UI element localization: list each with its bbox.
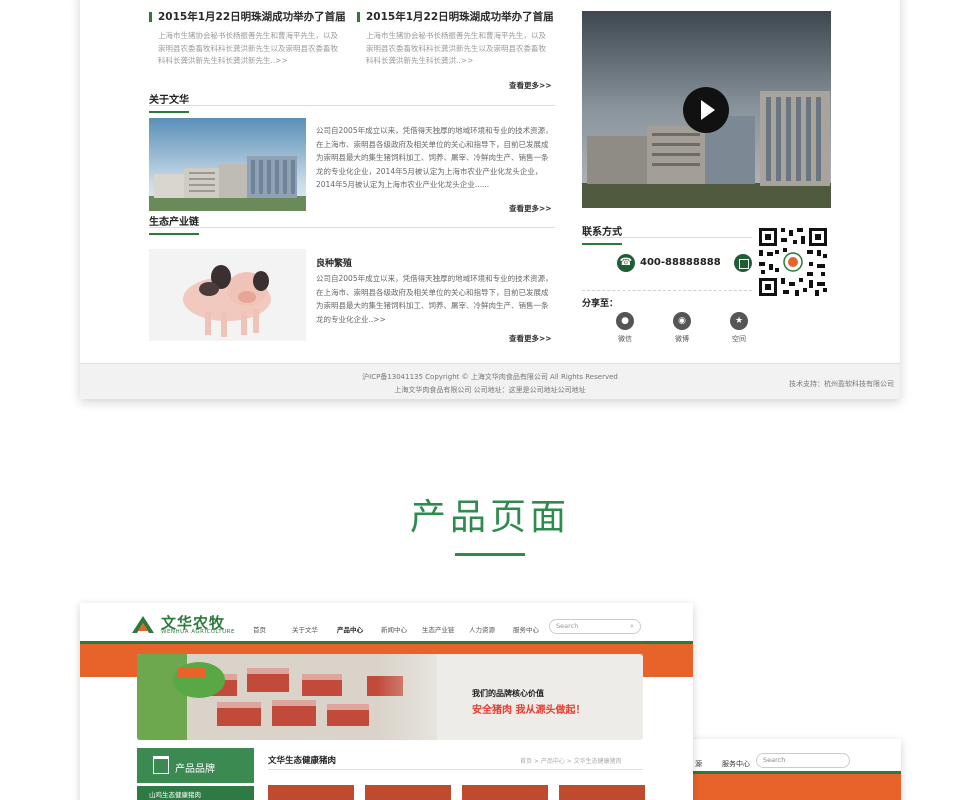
nav-item[interactable]: 服务中心 [722,759,750,769]
site-footer: 沪ICP备13041135 Copyright © 上海文华肉食品有限公司 Al… [80,363,900,399]
logo-subtitle: WENHUA AGRICULTURE [161,629,235,635]
share-label-qzone: 空间 [732,335,746,343]
banner-headline: 我们的品牌核心价值 [472,689,544,698]
footer-address: 上海文华肉食品有限公司 公司地址：这里是公司地址公司地址 [394,386,586,394]
eco-more-link[interactable]: 查看更多>> [509,333,552,344]
eco-section-heading: 生态产业链 [149,210,555,235]
product-thumbnail[interactable] [365,785,451,800]
footer-copyright: 沪ICP备13041135 Copyright © 上海文华肉食品有限公司 Al… [362,373,618,381]
share-label-wechat: 微信 [618,335,632,343]
banner-slogan: 安全猪肉 我从源头做起！ [472,705,586,716]
share-label: 分享至： [582,299,619,309]
news-list: 2015年1月22日明珠湖成功举办了首届办了... 上海市生猪协会秘书长杨振善先… [149,10,555,90]
product-banner: 我们的品牌核心价值 安全猪肉 我从源头做起！ [137,654,643,740]
nav-item[interactable]: 源 [695,759,702,769]
sidebar-title: 产品品牌 [175,764,215,775]
contact-heading-label: 联系方式 [582,226,622,245]
eco-item-title[interactable]: 良种繁殖 [316,256,352,269]
nav-item-home[interactable]: 首页 [253,624,266,634]
news-title[interactable]: 2015年1月22日明珠湖成功举办了首届办了... [149,10,345,24]
qzone-icon: ★ [730,312,748,330]
share-label-weibo: 微博 [675,335,689,343]
breadcrumb[interactable]: 首页 > 产品中心 > 文华生态健康猪肉 [520,756,622,765]
nav-item-news[interactable]: 新闻中心 [381,624,407,634]
nav-item-products[interactable]: 产品中心 [337,624,363,634]
logo-icon [132,616,154,633]
about-section-heading: 关于文华 [149,88,555,113]
product-page-preview: 文华农牧 WENHUA AGRICULTURE 首页 关于文华 产品中心 新闻中… [80,603,693,800]
phone-icon: ☎ [617,254,635,272]
footer-tech-support[interactable]: 技术支持：杭州盈软科技有限公司 [789,379,894,389]
about-heading-label: 关于文华 [149,94,189,113]
nav-item-about[interactable]: 关于文华 [292,624,318,634]
share-qzone[interactable]: ★ 空间 [724,312,754,344]
homepage-screenshot-card: 2015年1月22日明珠湖成功举办了首届办了... 上海市生猪协会秘书长杨振善先… [80,0,900,399]
product-thumbnail[interactable] [462,785,548,800]
qrcode-image [757,226,829,298]
wechat-icon: ● [616,312,634,330]
company-building-image [149,118,306,211]
nav-item-hr[interactable]: 人力资源 [469,624,495,634]
content-title: 文华生态健康猪肉 [268,756,337,766]
qrcode-icon [734,254,752,272]
share-weibo[interactable]: ◉ 微博 [667,312,697,344]
contact-section-heading: 联系方式 [582,220,752,245]
sidebar-item-pork[interactable]: 山鸡生态健康猪肉 [137,786,254,800]
share-wechat[interactable]: ● 微信 [610,312,640,344]
news-title[interactable]: 2015年1月22日明珠湖成功举办了首届办了... [357,10,553,24]
contact-divider [582,290,752,291]
nav-item-eco[interactable]: 生态产业链 [422,624,455,634]
play-icon[interactable] [683,87,729,133]
banner-image [137,654,643,740]
pig-image [149,249,306,341]
section-heading-underline [455,553,525,556]
product-thumbnail[interactable] [268,785,354,800]
nav-item-service[interactable]: 服务中心 [513,624,539,634]
sidebar-item-label: 山鸡生态健康猪肉 [149,791,201,799]
section-heading: 产品页面 [409,497,570,538]
news-summary: 上海市生猪协会秘书长杨振善先生和曹海平先生，以及崇明县农委畜牧科科长龚洪新先生以… [366,31,546,65]
news-item[interactable]: 2015年1月22日明珠湖成功举办了首届办了... 上海市生猪协会秘书长杨振善先… [149,10,345,68]
building-icon [153,756,169,774]
search-icon[interactable]: ⌕ [623,620,641,633]
eco-heading-label: 生态产业链 [149,216,199,235]
news-summary: 上海市生猪协会秘书长杨振善先生和曹海平先生，以及崇明县农委畜牧科科长龚洪新先生以… [158,31,338,65]
eco-description: 公司自2005年成立以来，凭借得天独厚的地域环境和专业的技术资源，在上海市、崇明… [316,274,553,324]
content-divider [268,769,643,770]
search-input[interactable]: Search [756,753,850,768]
weibo-icon: ◉ [673,312,691,330]
product-thumbnail[interactable] [559,785,645,800]
sidebar-header: 产品品牌 [137,748,254,783]
news-item[interactable]: 2015年1月22日明珠湖成功举办了首届办了... 上海市生猪协会秘书长杨振善先… [357,10,553,68]
about-description: 公司自2005年成立以来，凭借得天独厚的地域环境和专业的技术资源，在上海市、崇明… [316,126,553,190]
phone-number[interactable]: 400-88888888 [640,257,721,268]
video-player[interactable] [582,11,831,208]
